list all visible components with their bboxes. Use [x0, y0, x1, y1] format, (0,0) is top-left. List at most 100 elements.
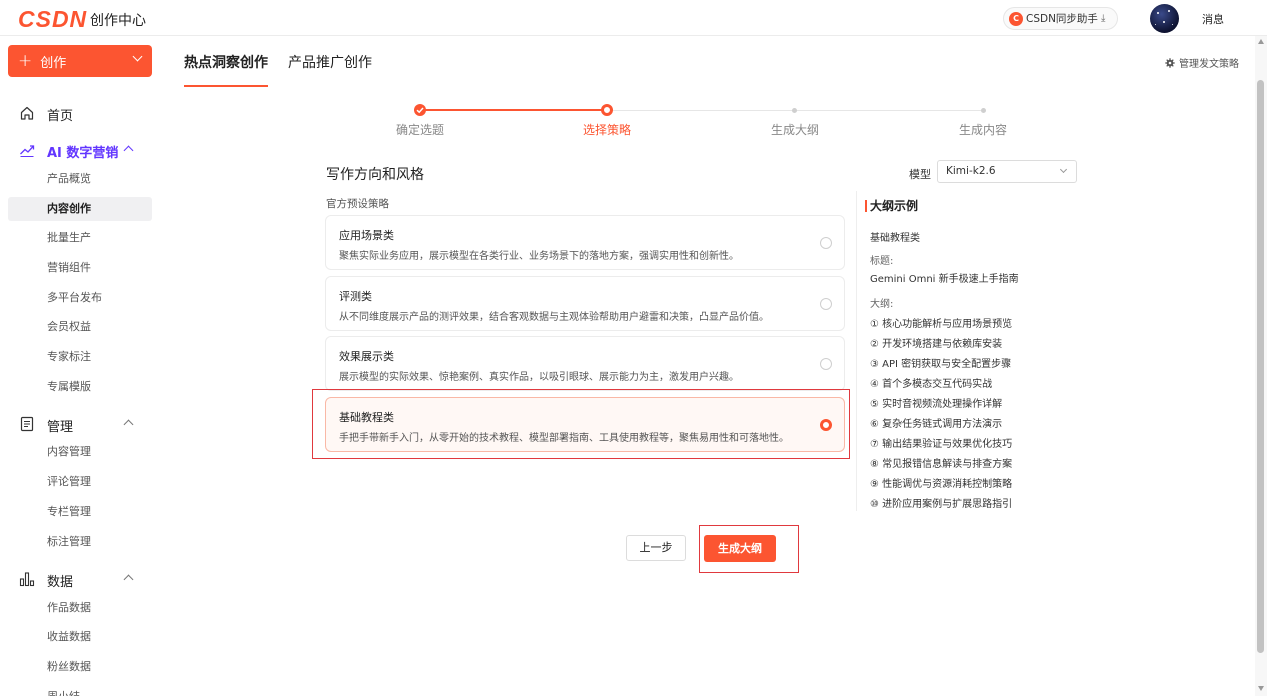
outline-item: ① 核心功能解析与应用场景预览 [870, 319, 1013, 330]
outline-item: ⑨ 性能调优与资源消耗控制策略 [870, 479, 1013, 490]
manage-strategy-link[interactable]: 管理发文策略 [1165, 55, 1239, 70]
sidebar-group-ai-marketing[interactable]: AI 数字营销 [0, 137, 161, 163]
step-current-dot-icon [601, 104, 613, 116]
card-radio[interactable] [820, 358, 832, 370]
step-connector [420, 109, 606, 111]
sidebar-item-content-manage[interactable]: 内容管理 [8, 440, 152, 464]
outline-item: ② 开发环境搭建与依赖库安装 [870, 339, 1003, 350]
outline-item: ⑩ 进阶应用案例与扩展思路指引 [870, 499, 1013, 510]
outline-category: 基础教程类 [870, 233, 920, 244]
step-label-confirm-topic: 确定选题 [395, 123, 444, 137]
card-title: 评测类 [339, 290, 372, 303]
model-select[interactable]: Kimi-k2.6 [937, 160, 1077, 183]
home-icon [20, 106, 34, 120]
document-icon [20, 416, 34, 432]
sync-assistant-label: CSDN同步助手 [1026, 13, 1098, 25]
chevron-down-icon [132, 51, 143, 62]
section-title: 写作方向和风格 [326, 167, 424, 183]
manage-strategy-label: 管理发文策略 [1179, 59, 1239, 70]
sidebar-item-column-manage[interactable]: 专栏管理 [8, 500, 152, 524]
messages-link[interactable]: 消息 [1202, 11, 1224, 27]
outline-example-title: 大纲示例 [864, 199, 919, 213]
step-pending-dot-icon [792, 108, 797, 113]
model-label: 模型 [909, 168, 931, 181]
sidebar-item-weekly-summary[interactable]: 周小结 [8, 685, 152, 696]
card-radio[interactable] [820, 298, 832, 310]
step-label-select-strategy: 选择策略 [582, 123, 631, 137]
strategy-card-application[interactable]: 应用场景类 聚焦实际业务应用，展示模型在各类行业、业务场景下的落地方案，强调实用… [325, 215, 845, 270]
sidebar-item-member-benefits[interactable]: 会员权益 [8, 315, 152, 339]
sidebar-group-label: 管理 [47, 420, 74, 435]
step-done-check-icon [414, 104, 426, 116]
csdn-logo[interactable]: CSDN [18, 6, 87, 33]
chevron-down-icon [1059, 165, 1068, 174]
model-selected-value: Kimi-k2.6 [946, 165, 996, 177]
outline-item: ⑧ 常见报错信息解读与排查方案 [870, 459, 1013, 470]
preset-strategy-label: 官方预设策略 [326, 198, 389, 210]
sidebar-group-manage[interactable]: 管理 [0, 411, 161, 437]
scrollbar-thumb[interactable] [1257, 80, 1264, 653]
step-label-generate-content: 生成内容 [958, 123, 1007, 137]
outline-item: ⑤ 实时音视频流处理操作详解 [870, 399, 1003, 410]
scroll-down-arrow-icon[interactable] [1258, 686, 1264, 691]
strategy-card-showcase[interactable]: 效果展示类 展示模型的实际效果、惊艳案例、真实作品，以吸引眼球、展示能力为主，激… [325, 336, 845, 391]
sync-assistant-button[interactable]: C CSDN同步助手 ⤓ [1003, 7, 1118, 30]
sidebar-item-fans-data[interactable]: 粉丝数据 [8, 655, 152, 679]
sidebar-item-content-creation[interactable]: 内容创作 [8, 197, 152, 221]
tab-product-promotion[interactable]: 产品推广创作 [288, 52, 372, 86]
sidebar-item-product-overview[interactable]: 产品概览 [8, 167, 152, 191]
sidebar-item-exclusive-templates[interactable]: 专属模版 [8, 375, 152, 399]
step-pending-dot-icon [981, 108, 986, 113]
outline-heading-value: Gemini Omni 新手极速上手指南 [870, 274, 1019, 285]
csdn-c-icon: C [1009, 11, 1023, 26]
page-scrollbar[interactable] [1255, 36, 1267, 696]
sidebar-item-annotation-manage[interactable]: 标注管理 [8, 530, 152, 554]
avatar[interactable] [1150, 4, 1179, 33]
card-description: 展示模型的实际效果、惊艳案例、真实作品，以吸引眼球、展示能力为主，激发用户兴趣。 [339, 372, 739, 383]
chevron-up-icon[interactable] [123, 145, 134, 156]
sidebar-item-works-data[interactable]: 作品数据 [8, 596, 152, 620]
bar-chart-icon [19, 572, 35, 587]
sidebar-item-home[interactable]: 首页 [0, 100, 161, 126]
sidebar-group-data[interactable]: 数据 [0, 566, 161, 592]
create-button-label: 创作 [40, 55, 67, 71]
outline-item: ④ 首个多模态交互代码实战 [870, 379, 993, 390]
trend-chart-icon [20, 145, 35, 157]
scroll-up-arrow-icon[interactable] [1258, 39, 1264, 44]
sidebar-item-multi-platform-publish[interactable]: 多平台发布 [8, 286, 152, 310]
plus-icon: + [18, 51, 33, 71]
app-title[interactable]: 创作中心 [90, 10, 146, 30]
download-icon: ⤓ [1100, 13, 1106, 24]
previous-step-button[interactable]: 上一步 [626, 535, 686, 561]
card-title: 效果展示类 [339, 350, 394, 363]
card-description: 手把手带新手入门，从零开始的技术教程、模型部署指南、工具使用教程等，聚焦易用性和… [339, 433, 789, 444]
sidebar-item-expert-annotation[interactable]: 专家标注 [8, 345, 152, 369]
outline-heading-label: 标题: [870, 256, 894, 267]
sidebar-item-label: 首页 [47, 109, 74, 124]
outline-list-label: 大纲: [870, 299, 894, 310]
main-content: 热点洞察创作 产品推广创作 管理发文策略 确定选题 选择策略 生成大纲 生成内容… [161, 36, 1255, 696]
chevron-up-icon[interactable] [123, 574, 134, 585]
card-title: 应用场景类 [339, 229, 394, 242]
tab-hotspot-creation[interactable]: 热点洞察创作 [184, 52, 268, 87]
sidebar-item-marketing-components[interactable]: 营销组件 [8, 256, 152, 280]
sidebar-item-revenue-data[interactable]: 收益数据 [8, 625, 152, 649]
generate-outline-button[interactable]: 生成大纲 [704, 535, 776, 562]
sidebar-group-label: AI 数字营销 [47, 146, 119, 161]
sidebar: + 创作 首页 AI 数字营销 产品概览 内容创作 批量生产 营销组件 多平台发… [0, 36, 161, 696]
sidebar-item-batch-production[interactable]: 批量生产 [8, 226, 152, 250]
outline-item: ③ API 密钥获取与安全配置步骤 [870, 359, 1012, 370]
creation-tabs: 热点洞察创作 产品推广创作 管理发文策略 [161, 36, 1255, 87]
strategy-card-tutorial[interactable]: 基础教程类 手把手带新手入门，从零开始的技术教程、模型部署指南、工具使用教程等，… [325, 397, 845, 452]
strategy-card-review[interactable]: 评测类 从不同维度展示产品的测评效果，结合客观数据与主观体验帮助用户避雷和决策，… [325, 276, 845, 331]
create-button[interactable]: + 创作 [8, 45, 152, 77]
card-radio[interactable] [820, 237, 832, 249]
outline-item: ⑦ 输出结果验证与效果优化技巧 [870, 439, 1013, 450]
gear-icon [1165, 57, 1175, 68]
outline-item: ⑥ 复杂任务链式调用方法演示 [870, 419, 1003, 430]
card-title: 基础教程类 [339, 411, 394, 424]
card-radio-selected[interactable] [820, 419, 832, 431]
top-bar: CSDN 创作中心 C CSDN同步助手 ⤓ 消息 [0, 0, 1267, 36]
sidebar-item-comment-manage[interactable]: 评论管理 [8, 470, 152, 494]
chevron-up-icon[interactable] [123, 419, 134, 430]
